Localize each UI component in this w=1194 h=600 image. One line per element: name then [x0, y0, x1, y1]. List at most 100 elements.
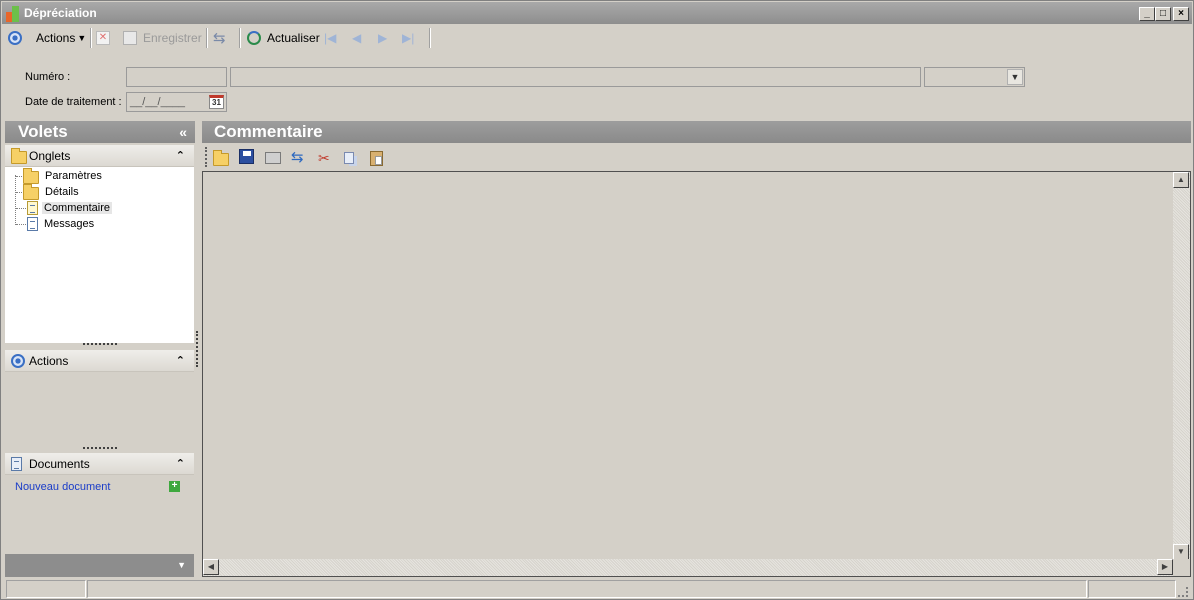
date-field[interactable]: __/__/____ 31	[126, 92, 227, 112]
print-button[interactable]	[265, 149, 283, 167]
maximize-button[interactable]: □	[1155, 7, 1171, 21]
previous-record-icon: ◀	[352, 31, 362, 45]
close-button[interactable]: ×	[1173, 7, 1189, 21]
app-logo-icon	[6, 6, 22, 22]
last-record-icon: ▶|	[402, 31, 415, 45]
toolbar-grip[interactable]	[205, 147, 207, 167]
collapse-section-icon[interactable]: ⌃	[176, 350, 185, 372]
last-record-button[interactable]: ▶|	[402, 27, 414, 49]
copy-icon	[344, 152, 354, 164]
first-record-button[interactable]: |◀	[324, 27, 336, 49]
onglets-section-header[interactable]: Onglets ⌃	[5, 145, 194, 167]
tree-connector	[16, 224, 26, 225]
scroll-up-button[interactable]: ▲	[1173, 172, 1189, 188]
panes-footer: ▼	[5, 554, 194, 577]
tree-item-label: Paramètres	[45, 170, 102, 182]
status-panel	[6, 580, 86, 598]
documents-section-title: Documents	[29, 457, 90, 471]
sync-button[interactable]: ⇆	[213, 27, 226, 49]
chevron-down-icon[interactable]: ▼	[1007, 69, 1023, 85]
horizontal-scrollbar[interactable]: ◀ ▶	[203, 559, 1173, 576]
resize-grip[interactable]	[1178, 587, 1188, 597]
folder-icon	[23, 184, 39, 200]
minimize-button[interactable]: _	[1139, 7, 1155, 21]
paste-icon	[370, 151, 383, 166]
actions-section-title: Actions	[29, 354, 69, 368]
section-resize-grip[interactable]	[83, 343, 117, 346]
documents-section-header[interactable]: Documents ⌃	[5, 453, 194, 475]
delete-button[interactable]: ✕	[96, 27, 110, 49]
save-file-button[interactable]	[239, 149, 257, 167]
open-button[interactable]	[213, 149, 231, 167]
copy-button[interactable]	[344, 149, 362, 167]
description-field[interactable]	[230, 67, 921, 87]
tree-item-details[interactable]: Détails	[23, 184, 81, 200]
actions-menu-label: Actions	[36, 31, 76, 45]
chevron-down-icon[interactable]: ▼	[177, 560, 186, 570]
sync-icon: ⇆	[213, 30, 226, 47]
document-icon	[27, 201, 38, 215]
tree-item-messages[interactable]: Messages	[27, 216, 96, 232]
refresh-content-button[interactable]: ⇆	[291, 149, 309, 167]
pane-splitter[interactable]	[196, 331, 199, 367]
status-bar	[2, 578, 1192, 599]
folder-icon	[23, 168, 39, 184]
cut-icon: ✂	[318, 150, 330, 166]
tree-item-commentaire[interactable]: Commentaire	[27, 200, 113, 216]
tree-item-label: Messages	[44, 218, 95, 230]
save-icon	[239, 149, 254, 164]
open-icon	[213, 150, 229, 166]
paste-button[interactable]	[370, 149, 388, 167]
new-document-link[interactable]: Nouveau document	[15, 481, 110, 493]
toolbar-separator	[206, 28, 208, 48]
actions-section-header[interactable]: Actions ⌃	[5, 350, 194, 372]
actions-icon	[8, 31, 22, 45]
previous-record-button[interactable]: ◀	[352, 27, 361, 49]
collapse-section-icon[interactable]: ⌃	[176, 145, 185, 167]
type-select[interactable]: ▼	[924, 67, 1025, 87]
toolbar-separator	[239, 28, 241, 48]
numero-field[interactable]	[126, 67, 227, 87]
comment-editor[interactable]: ▲ ▼ ◀ ▶	[202, 171, 1191, 577]
tree-connector	[16, 208, 26, 209]
date-field-value: __/__/____	[130, 96, 186, 108]
onglets-section-title: Onglets	[29, 149, 71, 163]
calendar-icon[interactable]: 31	[209, 95, 224, 109]
vertical-scrollbar[interactable]: ▲ ▼	[1173, 172, 1190, 560]
scroll-down-button[interactable]: ▼	[1173, 544, 1189, 560]
section-resize-grip[interactable]	[83, 447, 117, 450]
save-button[interactable]: Enregistrer	[123, 27, 202, 49]
save-record-icon	[123, 31, 137, 45]
refresh-button[interactable]: Actualiser	[247, 27, 320, 49]
scroll-left-button[interactable]: ◀	[203, 559, 219, 575]
editor-toolbar: ⇆ ✂	[202, 144, 1191, 171]
tree-item-label: Détails	[45, 186, 79, 198]
document-icon	[11, 457, 22, 471]
next-record-icon: ▶	[378, 31, 388, 45]
tree-item-parametres[interactable]: Paramètres	[23, 168, 104, 184]
scroll-right-button[interactable]: ▶	[1157, 559, 1173, 575]
collapse-panes-button[interactable]: «	[179, 121, 187, 143]
toolbar-separator	[90, 28, 92, 48]
next-record-button[interactable]: ▶	[378, 27, 387, 49]
content-title: Commentaire	[214, 122, 323, 141]
title-bar[interactable]: Dépréciation _ □ ×	[2, 2, 1192, 24]
actions-menu-button[interactable]: Actions ▼	[8, 27, 86, 49]
content-header: Commentaire	[202, 121, 1191, 143]
tree-item-label: Commentaire	[42, 202, 113, 214]
application-window: Dépréciation _ □ × Actions ▼ ✕ Enregistr…	[0, 0, 1194, 600]
dropdown-arrow-icon: ▼	[77, 33, 87, 43]
delete-icon: ✕	[96, 31, 110, 45]
toolbar-separator	[429, 28, 431, 48]
refresh-button-label: Actualiser	[267, 31, 320, 45]
cut-button[interactable]: ✂	[318, 149, 336, 167]
add-document-icon[interactable]: +	[169, 481, 180, 492]
collapse-section-icon[interactable]: ⌃	[176, 453, 185, 475]
numero-label: Numéro :	[25, 71, 71, 83]
folder-icon	[11, 148, 27, 164]
refresh-icon: ⇆	[291, 149, 304, 166]
status-panel	[87, 580, 1087, 598]
status-panel	[1088, 580, 1176, 598]
window-title: Dépréciation	[24, 6, 97, 20]
main-toolbar: Actions ▼ ✕ Enregistrer ⇆ Actualiser |◀ …	[2, 25, 1192, 51]
